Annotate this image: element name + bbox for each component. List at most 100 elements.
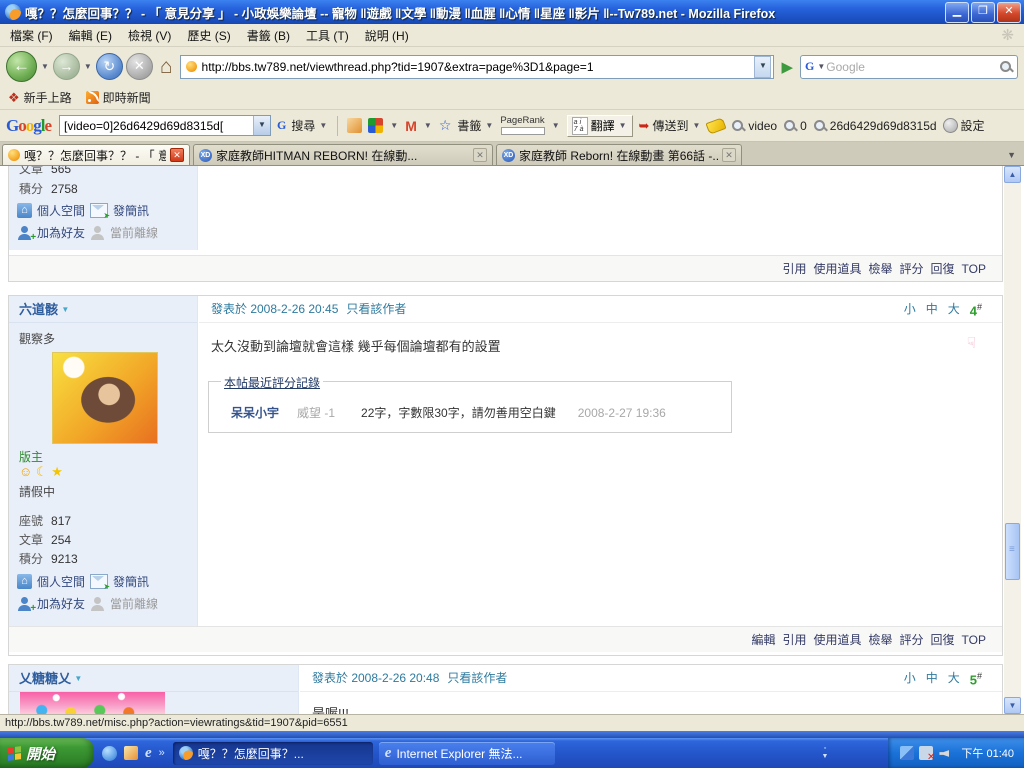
internet-explorer-icon[interactable]: e bbox=[145, 745, 152, 762]
add-friend-icon[interactable]: + bbox=[17, 226, 32, 240]
report-link[interactable]: 檢舉 bbox=[869, 260, 893, 277]
word-find-video-label[interactable]: video bbox=[748, 119, 777, 133]
tab-close-icon[interactable]: ✕ bbox=[722, 148, 736, 162]
rate-link[interactable]: 評分 bbox=[900, 260, 924, 277]
minimize-button[interactable]: ▁ bbox=[945, 2, 969, 23]
toolbar-expand-icon[interactable]: ▼ bbox=[821, 753, 828, 761]
search-input[interactable]: Google bbox=[826, 60, 999, 74]
start-label[interactable]: 開始 bbox=[26, 743, 55, 764]
sendto-dropdown-icon[interactable]: ▼ bbox=[692, 121, 700, 130]
quote-link[interactable]: 引用 bbox=[782, 631, 806, 648]
menu-tools[interactable]: 工具 (T) bbox=[306, 27, 349, 44]
report-link[interactable]: 檢舉 bbox=[869, 631, 893, 648]
search-bar[interactable]: G ▼ Google bbox=[800, 55, 1018, 79]
font-small-link[interactable]: 小 bbox=[904, 665, 916, 692]
reload-button[interactable]: ↻ bbox=[96, 53, 123, 80]
bookmark-add-dropdown-icon[interactable]: ▼ bbox=[390, 121, 398, 130]
quick-launch-overflow[interactable]: » bbox=[159, 747, 165, 759]
restore-button[interactable]: ❐ bbox=[971, 2, 995, 23]
username-dropdown-icon[interactable]: ▼ bbox=[61, 305, 69, 314]
back-button[interactable]: ← bbox=[6, 51, 37, 82]
combo-dropdown-icon[interactable]: ▼ bbox=[253, 116, 270, 135]
word-find-hash-label[interactable]: 26d6429d69d8315d bbox=[830, 119, 937, 133]
word-find-hash-button[interactable]: 26d6429d69d8315d bbox=[813, 119, 937, 133]
address-url[interactable]: http://bbs.tw789.net/viewthread.php?tid=… bbox=[202, 60, 755, 74]
send-message-link[interactable]: 發簡訊 bbox=[113, 202, 149, 219]
bookmark-latest-news[interactable]: 即時新聞 bbox=[86, 89, 151, 106]
reply-link[interactable]: 回復 bbox=[931, 260, 955, 277]
gmail-icon[interactable]: M bbox=[405, 118, 417, 134]
menu-file[interactable]: 檔案 (F) bbox=[10, 27, 53, 44]
messenger-icon[interactable] bbox=[102, 746, 117, 761]
floor-number[interactable]: 4# bbox=[970, 294, 982, 324]
add-friend-link[interactable]: 加為好友 bbox=[37, 224, 85, 241]
user-avatar[interactable] bbox=[52, 352, 158, 444]
user-avatar[interactable] bbox=[20, 692, 165, 714]
start-button[interactable]: 開始 bbox=[0, 738, 94, 768]
username-dropdown-icon[interactable]: ▼ bbox=[74, 674, 82, 683]
only-author-link[interactable]: 只看該作者 bbox=[447, 665, 507, 692]
word-find-zero-label[interactable]: 0 bbox=[800, 119, 807, 133]
task-label[interactable]: 嘎？？怎麼回事？... bbox=[198, 745, 304, 762]
google-search-button[interactable]: G 搜尋 ▼ bbox=[277, 117, 328, 134]
search-icon[interactable] bbox=[999, 60, 1013, 74]
tab-1-active[interactable]: 嘎？？怎麼回事？？ - 「 意見... ✕ bbox=[2, 144, 190, 165]
word-find-zero-button[interactable]: 0 bbox=[783, 119, 807, 133]
user-space-link[interactable]: 個人空間 bbox=[37, 202, 85, 219]
font-large-link[interactable]: 大 bbox=[948, 296, 960, 323]
siteinfo-icon[interactable] bbox=[347, 118, 362, 133]
bookmark-getting-started[interactable]: ❖ 新手上路 bbox=[8, 89, 72, 106]
taskbar-task-ie[interactable]: e Internet Explorer 無法... bbox=[379, 742, 555, 765]
reply-link[interactable]: 回復 bbox=[931, 631, 955, 648]
translate-label[interactable]: 翻譯 bbox=[591, 117, 615, 134]
add-friend-link[interactable]: 加為好友 bbox=[37, 595, 85, 612]
search-dropdown-icon[interactable]: ▼ bbox=[319, 121, 327, 130]
use-item-link[interactable]: 使用道具 bbox=[813, 631, 861, 648]
pagerank-dropdown-icon[interactable]: ▼ bbox=[552, 121, 560, 130]
rating-thumb-icon[interactable]: ☟ bbox=[967, 334, 976, 352]
address-dropdown-icon[interactable]: ▼ bbox=[754, 56, 771, 78]
forward-dropdown-icon[interactable]: ▼ bbox=[84, 62, 92, 71]
use-item-link[interactable]: 使用道具 bbox=[813, 260, 861, 277]
translate-button[interactable]: ai7à 翻譯 ▼ bbox=[567, 115, 633, 137]
username-link[interactable]: 六道骸 bbox=[19, 302, 58, 317]
star-bookmark-icon[interactable]: ☆ bbox=[439, 117, 452, 134]
back-dropdown-icon[interactable]: ▼ bbox=[41, 62, 49, 71]
edit-link[interactable]: 編輯 bbox=[751, 631, 775, 648]
only-author-link[interactable]: 只看該作者 bbox=[346, 296, 406, 323]
send-message-link[interactable]: 發簡訊 bbox=[113, 573, 149, 590]
pagerank-widget[interactable]: PageRank bbox=[500, 116, 544, 135]
gmail-dropdown-icon[interactable]: ▼ bbox=[424, 121, 432, 130]
tray-update-icon[interactable] bbox=[900, 746, 914, 760]
bookmark-label[interactable]: 新手上路 bbox=[24, 89, 72, 106]
sendto-label[interactable]: 傳送到 bbox=[652, 117, 688, 134]
vertical-scrollbar[interactable]: ▲ ▼ bbox=[1004, 166, 1021, 714]
home-button[interactable]: ⌂ bbox=[160, 55, 173, 79]
top-link[interactable]: TOP bbox=[962, 262, 986, 276]
google-bookmarks-label[interactable]: 書籤 bbox=[457, 117, 481, 134]
rating-record-title[interactable]: 本帖最近評分記錄 bbox=[221, 374, 323, 391]
highlighter-icon[interactable] bbox=[706, 117, 727, 134]
address-bar[interactable]: http://bbs.tw789.net/viewthread.php?tid=… bbox=[180, 55, 775, 79]
stop-button[interactable]: ✕ bbox=[126, 53, 153, 80]
menu-edit[interactable]: 編輯 (E) bbox=[69, 27, 112, 44]
quote-link[interactable]: 引用 bbox=[782, 260, 806, 277]
send-message-icon[interactable] bbox=[90, 574, 108, 589]
quick-launch-icon[interactable] bbox=[124, 746, 138, 760]
send-message-icon[interactable] bbox=[90, 203, 108, 218]
rating-user-link[interactable]: 呆呆小宇 bbox=[231, 404, 279, 421]
tab-title[interactable]: 家庭教師 Reborn! 在線動畫 第66話 -... bbox=[519, 147, 718, 164]
scroll-down-icon[interactable]: ▼ bbox=[1004, 697, 1021, 714]
search-engine-dropdown-icon[interactable]: ▼ bbox=[817, 62, 825, 71]
google-bookmarks-button[interactable]: 書籤 ▼ bbox=[457, 117, 494, 134]
google-search-combo[interactable]: [video=0]26d6429d69d8315d[ ▼ bbox=[59, 115, 271, 136]
close-button[interactable]: ✕ bbox=[997, 2, 1021, 23]
task-label[interactable]: Internet Explorer 無法... bbox=[396, 745, 522, 762]
sendto-button[interactable]: ➥ 傳送到 ▼ bbox=[639, 117, 702, 134]
forward-button[interactable]: → bbox=[53, 53, 80, 80]
username-link[interactable]: 乂糖糖乂 bbox=[19, 671, 71, 686]
search-engine-icon[interactable]: G bbox=[805, 59, 814, 74]
tab-2[interactable]: XD 家庭教師HITMAN REBORN! 在線動... ✕ bbox=[193, 144, 493, 165]
translate-dropdown-icon[interactable]: ▼ bbox=[619, 121, 627, 130]
font-medium-link[interactable]: 中 bbox=[926, 296, 938, 323]
